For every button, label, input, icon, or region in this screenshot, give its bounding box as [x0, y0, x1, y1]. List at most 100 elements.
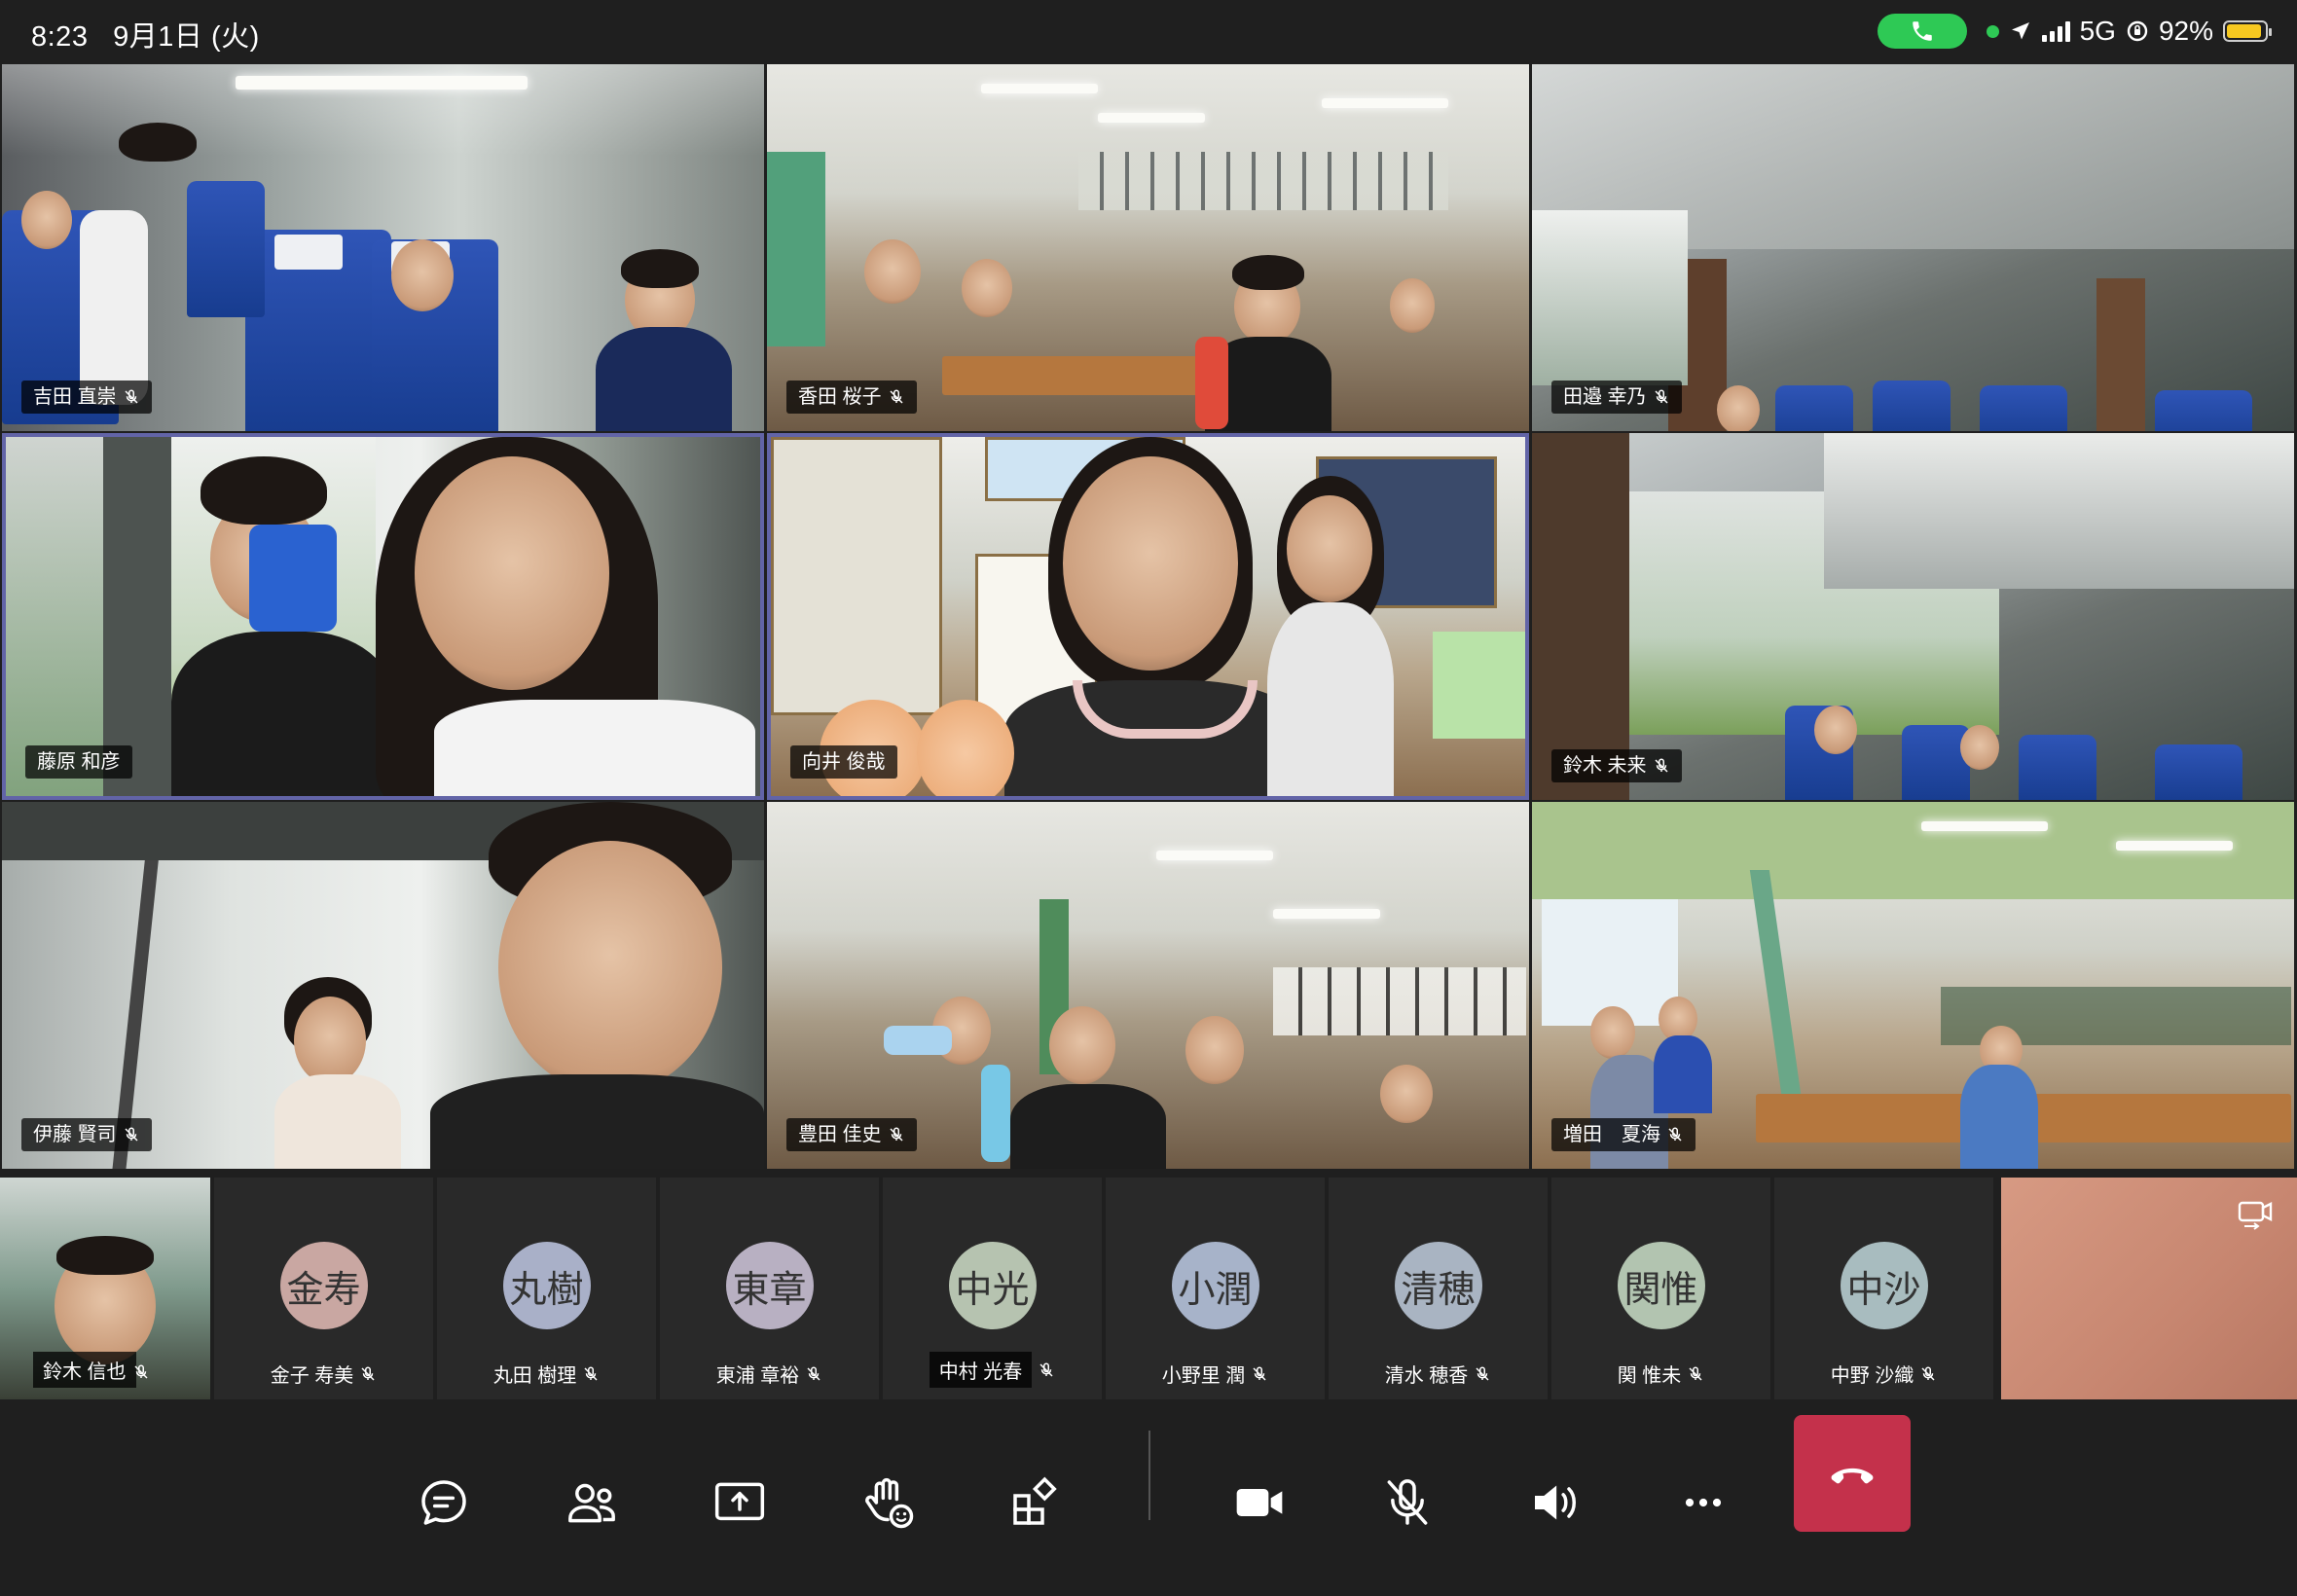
mic-off-icon [1921, 1365, 1935, 1381]
speaker-button[interactable] [1501, 1448, 1610, 1557]
signal-icon [2041, 20, 2070, 42]
mic-off-icon [1668, 1127, 1682, 1142]
more-options-button[interactable] [1649, 1448, 1758, 1557]
status-time-date: 8:23 9月1日 (火) [31, 14, 260, 54]
mic-off-icon [1655, 389, 1668, 404]
orientation-lock-icon [2127, 20, 2148, 42]
mic-off-icon [1039, 1361, 1053, 1377]
active-call-pill[interactable] [1877, 14, 1967, 49]
participant-name-tag: 増田 夏海 [1551, 1118, 1695, 1151]
participant-name: 豊田 佳史 [798, 1124, 882, 1145]
video-tile[interactable]: 鈴木 未来 [1532, 433, 2294, 800]
participant-name: 金子 寿美 [270, 1365, 354, 1387]
participant-name-tag: 田邉 幸乃 [1551, 381, 1682, 414]
avatar: 中沙 [1840, 1242, 1928, 1329]
participant-name-tag: 吉田 直崇 [21, 381, 152, 414]
participant-tile[interactable]: 東章 東浦 章裕 [660, 1178, 879, 1399]
mic-off-icon [361, 1365, 375, 1381]
participant-name-tag: 鈴木 未来 [1551, 749, 1682, 782]
participants-button[interactable] [537, 1448, 646, 1557]
participant-name: 中村 光春 [929, 1352, 1033, 1388]
participant-tile[interactable]: 清穂 清水 穂香 [1329, 1178, 1548, 1399]
speaker-icon [1535, 1485, 1576, 1520]
participant-name: 鈴木 信也 [33, 1352, 136, 1388]
participant-name: 関 惟未 [1617, 1365, 1682, 1387]
avatar: 東章 [725, 1242, 814, 1329]
people-icon [568, 1483, 615, 1523]
camera-button[interactable] [1205, 1448, 1314, 1557]
avatar: 中光 [948, 1242, 1037, 1329]
camera-in-use-dot [1986, 24, 1999, 38]
participant-tile[interactable]: 中光 中村 光春 [883, 1178, 1102, 1399]
participant-name: 小野里 潤 [1161, 1365, 1246, 1387]
video-feed [2, 64, 764, 431]
participant-name: 田邉 幸乃 [1563, 386, 1647, 408]
video-feed [6, 437, 760, 796]
raise-hand-icon [865, 1477, 914, 1529]
mute-button[interactable] [1353, 1448, 1462, 1557]
mic-off-icon [1253, 1365, 1266, 1381]
location-icon [2011, 22, 2029, 40]
participant-strip: 鈴木 信也 金寿 金子 寿美 丸樹 丸田 樹理 東章 東浦 章裕 中光 中村 光… [0, 1174, 2297, 1399]
hang-up-button[interactable] [1794, 1415, 1911, 1532]
video-feed [1532, 433, 2294, 800]
participant-name: 吉田 直崇 [33, 386, 117, 408]
video-feed [1532, 64, 2294, 431]
network-type: 5G [2079, 16, 2116, 46]
participant-name-tag: 香田 桜子 [786, 381, 917, 414]
chat-button[interactable] [389, 1448, 498, 1557]
mic-off-icon [890, 1127, 903, 1142]
participant-tile[interactable]: 中沙 中野 沙織 [1774, 1178, 1993, 1399]
raise-hand-button[interactable] [833, 1448, 942, 1557]
switch-camera-icon[interactable] [2237, 1197, 2276, 1232]
avatar: 金寿 [279, 1242, 368, 1329]
apps-button[interactable] [981, 1448, 1090, 1557]
mic-off-icon [125, 1127, 138, 1142]
avatar: 関惟 [1617, 1242, 1705, 1329]
video-feed [767, 802, 1529, 1169]
mic-off-icon [1689, 1365, 1702, 1381]
toolbar-divider [1148, 1431, 1150, 1520]
avatar: 小潤 [1171, 1242, 1259, 1329]
hang-up-icon [1831, 1468, 1874, 1484]
call-toolbar [0, 1399, 2297, 1596]
participant-name: 増田 夏海 [1563, 1124, 1660, 1145]
chat-icon [421, 1480, 466, 1525]
video-tile-speaking[interactable]: 向井 俊哉 [767, 433, 1529, 800]
mic-off-icon [890, 389, 903, 404]
share-screen-button[interactable] [685, 1448, 794, 1557]
video-tile[interactable]: 田邉 幸乃 [1532, 64, 2294, 431]
self-view-preview[interactable] [2001, 1178, 2297, 1399]
video-grid: 吉田 直崇 香田 桜子 田邉 幸乃 藤原 和彦 向井 俊哉 鈴木 未来 伊藤 賢… [0, 62, 2297, 1174]
video-tile[interactable]: 香田 桜子 [767, 64, 1529, 431]
apps-icon [1013, 1476, 1057, 1525]
video-feed [771, 437, 1525, 796]
participant-tile[interactable]: 金寿 金子 寿美 [214, 1178, 433, 1399]
mic-off-icon [584, 1365, 598, 1381]
mic-off-icon [807, 1365, 820, 1381]
status-time: 8:23 [31, 21, 89, 53]
video-tile[interactable]: 豊田 佳史 [767, 802, 1529, 1169]
avatar: 清穂 [1394, 1242, 1482, 1329]
more-icon [1685, 1498, 1722, 1507]
camera-icon [1236, 1489, 1283, 1516]
video-tile[interactable]: 増田 夏海 [1532, 802, 2294, 1169]
participant-name-tag: 豊田 佳史 [786, 1118, 917, 1151]
video-tile[interactable]: 伊藤 賢司 [2, 802, 764, 1169]
battery-percent: 92% [2158, 16, 2213, 46]
mic-off-icon [1387, 1479, 1428, 1525]
participant-tile[interactable]: 関惟 関 惟未 [1551, 1178, 1770, 1399]
video-tile-speaking[interactable]: 藤原 和彦 [2, 433, 764, 800]
participant-name: 中野 沙織 [1830, 1365, 1914, 1387]
participant-name: 丸田 樹理 [492, 1365, 577, 1387]
participant-name-tag: 伊藤 賢司 [21, 1118, 152, 1151]
mic-off-icon [125, 389, 138, 404]
status-bar: 8:23 9月1日 (火) 5G 92% [0, 0, 2297, 62]
participant-tile[interactable]: 小潤 小野里 潤 [1106, 1178, 1325, 1399]
video-tile[interactable]: 吉田 直崇 [2, 64, 764, 431]
participant-tile[interactable]: 鈴木 信也 [0, 1178, 210, 1399]
participant-name: 藤原 和彦 [37, 751, 121, 773]
phone-icon [1912, 21, 1932, 41]
mic-off-icon [134, 1364, 148, 1379]
participant-tile[interactable]: 丸樹 丸田 樹理 [437, 1178, 656, 1399]
